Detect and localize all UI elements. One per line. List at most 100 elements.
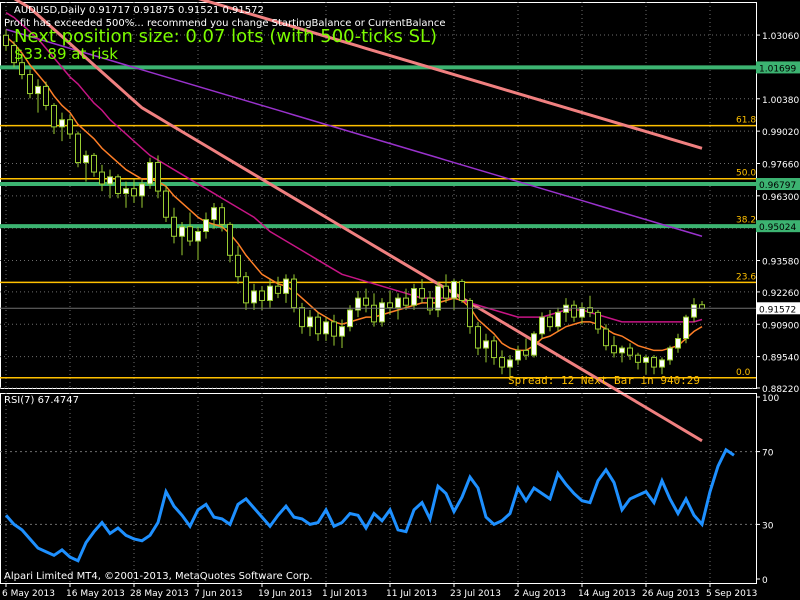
time-tick-label: 23 Jul 2013 [450, 589, 501, 599]
time-tick-label: 19 Jun 2013 [258, 589, 312, 599]
candle-body[interactable] [331, 321, 337, 337]
candle-body[interactable] [339, 326, 345, 337]
candle-body[interactable] [643, 357, 649, 363]
candle-body[interactable] [347, 309, 353, 328]
candle-body[interactable] [603, 328, 609, 347]
candle-body[interactable] [147, 162, 153, 185]
rsi-tick-label: 70 [762, 449, 774, 459]
candle-body[interactable] [203, 219, 209, 233]
candle-body[interactable] [459, 280, 465, 301]
candle-body[interactable] [571, 304, 577, 318]
candle-body[interactable] [163, 190, 169, 218]
candle-body[interactable] [219, 207, 225, 225]
candle-body[interactable] [523, 349, 529, 356]
candle-body[interactable] [611, 345, 617, 354]
candle-body[interactable] [379, 302, 385, 323]
candle-body[interactable] [75, 133, 81, 164]
candle-body[interactable] [451, 280, 457, 299]
candle-body[interactable] [179, 226, 185, 237]
candle-body[interactable] [267, 285, 273, 301]
candle-body[interactable] [363, 297, 369, 306]
candle-body[interactable] [443, 285, 449, 299]
symbol-caption: AUDUSD,Daily 0.91717 0.91875 0.91521 0.9… [14, 5, 264, 16]
candle-body[interactable] [195, 231, 201, 242]
candle-body[interactable] [171, 216, 177, 237]
candle-body[interactable] [99, 171, 105, 185]
candle-body[interactable] [227, 223, 233, 256]
candle-body[interactable] [115, 176, 121, 194]
candle-body[interactable] [323, 321, 329, 335]
candle-body[interactable] [259, 290, 265, 301]
candle-body[interactable] [547, 316, 553, 328]
candle-body[interactable] [403, 297, 409, 306]
candle-body[interactable] [475, 326, 481, 349]
candle-body[interactable] [315, 316, 321, 335]
candle-body[interactable] [435, 285, 441, 311]
candle-body[interactable] [107, 176, 113, 185]
candle-body[interactable] [555, 311, 561, 328]
candle-body[interactable] [411, 288, 417, 306]
candle-body[interactable] [307, 316, 313, 328]
candle-body[interactable] [91, 154, 97, 173]
candle-body[interactable] [483, 340, 489, 349]
candle-body[interactable] [83, 154, 89, 164]
fibonacci-level-label: 23.6 [736, 272, 756, 282]
time-tick-label: 5 Sep 2013 [706, 589, 757, 599]
candle-body[interactable] [691, 304, 697, 318]
candle-body[interactable] [371, 304, 377, 323]
candle-body[interactable] [595, 311, 601, 330]
candle-body[interactable] [235, 254, 241, 278]
candle-body[interactable] [19, 62, 25, 76]
time-tick-label: 26 Aug 2013 [642, 589, 700, 599]
candle-body[interactable] [619, 347, 625, 354]
candle-body[interactable] [467, 299, 473, 328]
candle-body[interactable] [251, 290, 257, 304]
position-size-caption: Next position size: 0.07 lots (with 500-… [14, 26, 437, 47]
time-tick-label: 11 Jul 2013 [386, 589, 437, 599]
candle-body[interactable] [651, 357, 657, 368]
candle-body[interactable] [627, 347, 633, 356]
candle-body[interactable] [243, 276, 249, 304]
candle-body[interactable] [667, 347, 673, 361]
candle-body[interactable] [51, 104, 57, 128]
candle-body[interactable] [131, 188, 137, 197]
price-tick-label: 0.92260 [762, 289, 799, 299]
candle-body[interactable] [275, 285, 281, 294]
candle-body[interactable] [635, 354, 641, 363]
candle-body[interactable] [539, 316, 545, 335]
candle-body[interactable] [419, 288, 425, 299]
candle-body[interactable] [123, 188, 129, 194]
candle-body[interactable] [563, 304, 569, 313]
rsi-tick-label: 0 [762, 576, 768, 586]
candle-body[interactable] [579, 307, 585, 318]
candle-body[interactable] [283, 278, 289, 294]
candle-body[interactable] [395, 297, 401, 309]
candle-body[interactable] [515, 349, 521, 361]
level-price-label: 0.95024 [759, 223, 796, 233]
candle-body[interactable] [3, 34, 9, 47]
candle-body[interactable] [531, 333, 537, 356]
candle-body[interactable] [27, 74, 33, 95]
candle-body[interactable] [659, 359, 665, 368]
level-price-label: 1.01699 [759, 64, 796, 74]
time-tick-label: 2 Aug 2013 [514, 589, 566, 599]
candle-body[interactable] [491, 340, 497, 359]
candle-body[interactable] [59, 119, 65, 128]
time-tick-label: 28 May 2013 [130, 589, 189, 599]
candle-body[interactable] [299, 307, 305, 328]
candle-body[interactable] [211, 207, 217, 221]
candle-body[interactable] [499, 357, 505, 368]
candle-body[interactable] [291, 278, 297, 309]
candle-body[interactable] [43, 85, 49, 106]
candle-body[interactable] [187, 226, 193, 242]
candle-body[interactable] [683, 316, 689, 340]
price-tick-label: 0.99020 [762, 128, 799, 138]
candle-body[interactable] [507, 359, 513, 368]
candle-body[interactable] [35, 85, 41, 95]
candle-body[interactable] [155, 162, 161, 192]
candle-body[interactable] [67, 119, 73, 135]
candle-body[interactable] [675, 338, 681, 349]
current-price-label: 0.91572 [759, 305, 796, 315]
candle-body[interactable] [139, 183, 145, 197]
candle-body[interactable] [387, 302, 393, 309]
